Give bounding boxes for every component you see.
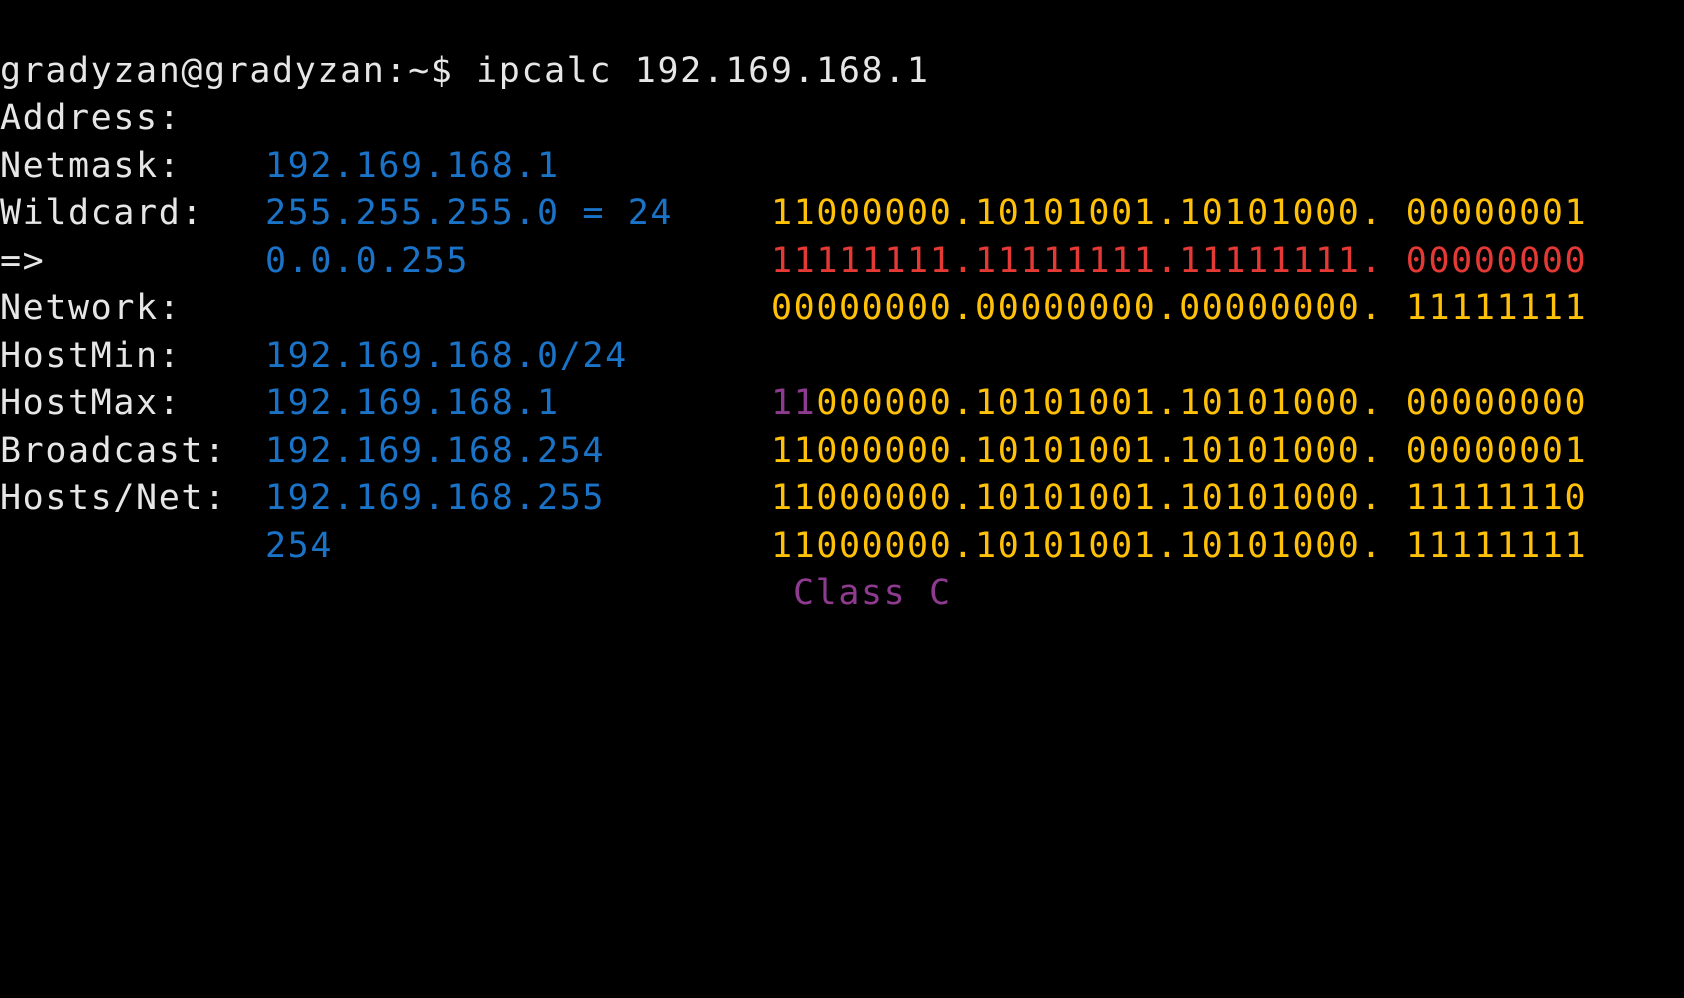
arrow-row: =>: [0, 190, 1684, 281]
hostmax-binary: 11000000.10101001.10101000. 11111110: [771, 475, 1587, 523]
broadcast-value: 192.169.168.255: [265, 478, 606, 518]
network-class-label: Class C: [793, 573, 952, 613]
hosts-per-net-label: Hosts/Net:: [0, 478, 227, 518]
hostmin-row: HostMin: 192.169.168.1 11000000.10101001…: [0, 285, 1684, 471]
hostmax-row: HostMax: 192.169.168.254 11000000.101010…: [0, 333, 1684, 518]
broadcast-row: Broadcast: 192.169.168.255 11000000.1010…: [0, 380, 1684, 566]
network-row: Network: 192.169.168.0/24 11000000.10101…: [0, 238, 1684, 423]
hosts-per-net-row: Hosts/Net: 254 Class C: [0, 428, 1684, 613]
broadcast-binary-network: 11000000.10101001.10101000.: [771, 525, 1384, 566]
terminal-window[interactable]: gradyzan@gradyzan:~$ ipcalc 192.169.168.…: [0, 0, 1684, 613]
netmask-row: Netmask: 255.255.255.0 = 24 11111111.111…: [0, 95, 1684, 281]
broadcast-binary-host: 11111111: [1383, 525, 1588, 566]
wildcard-row: Wildcard: 0.0.0.255 00000000.00000000.00…: [0, 143, 1684, 328]
hostmax-binary-network: 11000000.10101001.10101000.: [771, 478, 1384, 518]
hostmax-binary-host: 11111110: [1383, 478, 1588, 518]
address-row: Address: 192.169.168.1 11000000.10101001…: [0, 48, 1684, 233]
command-line: gradyzan@gradyzan:~$ ipcalc 192.169.168.…: [0, 0, 1684, 91]
